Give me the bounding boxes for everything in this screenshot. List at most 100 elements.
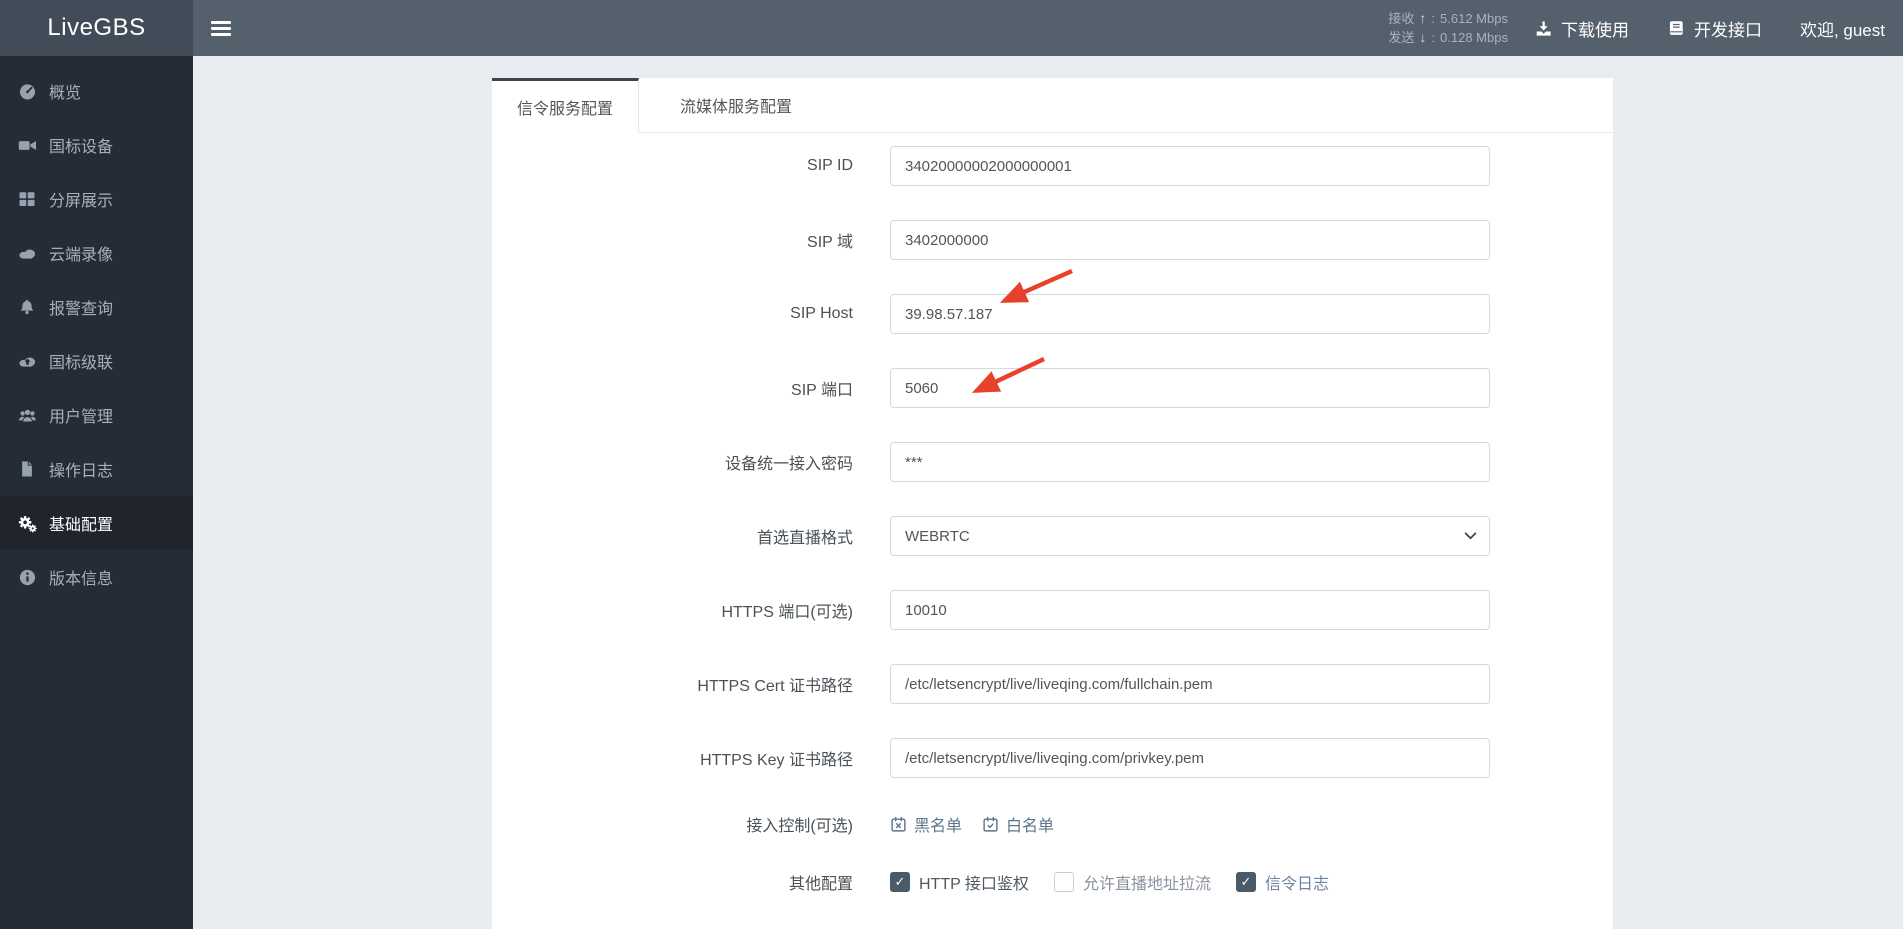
sidebar-item-user-management[interactable]: 用户管理 [0, 388, 193, 442]
http-auth-label: HTTP 接口鉴权 [919, 876, 1029, 893]
gauge-icon [16, 82, 38, 101]
sidebar-item-label: 操作日志 [49, 463, 114, 480]
receive-rate: 接收 ↑ : 5.612 Mbps [1388, 9, 1508, 28]
checkbox-icon: ✓ [1235, 872, 1256, 892]
live-format-select[interactable]: WEBRTC [890, 516, 1490, 556]
receive-value: 5.612 Mbps [1440, 11, 1508, 26]
config-tabbar: 信令服务配置 流媒体服务配置 [492, 78, 1613, 133]
sidebar-toggle-button[interactable] [193, 0, 249, 56]
https-cert-label: HTTPS Cert 证书路径 [697, 678, 853, 695]
tab-signaling-service[interactable]: 信令服务配置 [492, 78, 640, 133]
form-row-device-password: 设备统一接入密码 [492, 442, 1613, 482]
bandwidth-stats: 接收 ↑ : 5.612 Mbps 发送 ↓ : 0.128 Mbps [1388, 0, 1508, 56]
sidebar-nav: 概览 国标设备 分屏展示 云端录像 报警查询 国标级联 用户管理 操作日志 基础… [0, 56, 193, 929]
sidebar-item-gb-cascade[interactable]: 国标级联 [0, 334, 193, 388]
form-row-https-key: HTTPS Key 证书路径 [492, 738, 1613, 778]
sip-domain-input[interactable] [890, 220, 1490, 260]
sidebar-item-gb-devices[interactable]: 国标设备 [0, 118, 193, 172]
cloud-upload-icon [16, 352, 38, 371]
video-camera-icon [16, 136, 38, 155]
https-port-label: HTTPS 端口(可选) [721, 604, 853, 621]
receive-label: 接收 [1388, 11, 1415, 26]
https-key-label: HTTPS Key 证书路径 [700, 752, 853, 769]
whitelist-label: 白名单 [1006, 818, 1055, 835]
book-icon [1667, 19, 1686, 38]
info-circle-icon [16, 568, 38, 587]
form-row-https-cert: HTTPS Cert 证书路径 [492, 664, 1613, 704]
sip-host-input[interactable] [890, 294, 1490, 334]
other-config-label: 其他配置 [788, 876, 853, 893]
live-format-label: 首选直播格式 [756, 530, 853, 547]
app-logo: LiveGBS [0, 0, 193, 56]
allow-pull-stream-checkbox[interactable]: ✓ 允许直播地址拉流 [1053, 870, 1211, 894]
sidebar-item-split-screen[interactable]: 分屏展示 [0, 172, 193, 226]
grid-icon [16, 190, 38, 208]
sidebar-item-label: 基础配置 [49, 517, 114, 534]
api-label: 开发接口 [1693, 20, 1762, 40]
sidebar-item-operation-log[interactable]: 操作日志 [0, 442, 193, 496]
https-port-input[interactable] [890, 590, 1490, 630]
form-row-access-control: 接入控制(可选) 黑名单 白名单 [492, 812, 1613, 836]
sidebar-item-cloud-recording[interactable]: 云端录像 [0, 226, 193, 280]
form-row-sip-host: SIP Host [492, 294, 1613, 334]
hamburger-icon [211, 20, 231, 36]
send-value: 0.128 Mbps [1440, 30, 1508, 45]
file-icon [16, 460, 38, 478]
sip-id-input[interactable] [890, 146, 1490, 186]
device-password-label: 设备统一接入密码 [724, 456, 853, 473]
sidebar-item-label: 国标设备 [49, 139, 114, 156]
access-control-label: 接入控制(可选) [746, 818, 853, 835]
welcome-label: 欢迎, guest [1799, 20, 1885, 40]
sidebar-item-label: 云端录像 [49, 247, 114, 264]
https-key-input[interactable] [890, 738, 1490, 778]
sidebar-item-label: 分屏展示 [49, 193, 114, 210]
download-label: 下载使用 [1560, 20, 1629, 40]
sidebar-item-label: 用户管理 [49, 409, 114, 426]
config-card: 信令服务配置 流媒体服务配置 SIP ID SIP 域 SIP Host SIP… [492, 78, 1613, 929]
checkbox-icon: ✓ [890, 872, 910, 892]
sidebar-item-label: 国标级联 [49, 355, 114, 372]
signaling-log-checkbox[interactable]: ✓ 信令日志 [1235, 870, 1329, 894]
sidebar-item-label: 版本信息 [49, 571, 114, 588]
signaling-log-label: 信令日志 [1264, 876, 1329, 893]
bell-icon [16, 298, 38, 316]
arrow-up-icon: ↑ [1419, 10, 1427, 26]
form-row-live-format: 首选直播格式 WEBRTC [492, 516, 1613, 556]
http-auth-checkbox[interactable]: ✓ HTTP 接口鉴权 [890, 870, 1029, 894]
form-row-sip-domain: SIP 域 [492, 220, 1613, 260]
sip-port-input[interactable] [890, 368, 1490, 408]
form-row-other-config: 其他配置 ✓ HTTP 接口鉴权 ✓ 允许直播地址拉流 ✓ 信令日志 [492, 870, 1613, 894]
https-cert-input[interactable] [890, 664, 1490, 704]
form-row-sip-id: SIP ID [492, 146, 1613, 186]
send-label: 发送 [1388, 30, 1415, 45]
form-row-sip-port: SIP 端口 [492, 368, 1613, 408]
send-separator: : [1431, 30, 1436, 45]
welcome-user[interactable]: 欢迎, guest [1800, 16, 1885, 41]
sidebar-item-overview[interactable]: 概览 [0, 64, 193, 118]
cloud-icon [16, 244, 38, 263]
tab-media-service[interactable]: 流媒体服务配置 [655, 78, 817, 132]
device-password-input[interactable] [890, 442, 1490, 482]
sidebar-item-label: 报警查询 [49, 301, 114, 318]
sidebar-item-basic-config[interactable]: 基础配置 [0, 496, 193, 550]
send-rate: 发送 ↓ : 0.128 Mbps [1388, 28, 1508, 47]
download-icon [1534, 19, 1553, 38]
sip-domain-label: SIP 域 [807, 234, 853, 251]
calendar-check-icon [983, 816, 998, 832]
download-link[interactable]: 下载使用 [1534, 16, 1629, 41]
sip-host-label: SIP Host [790, 305, 853, 322]
form-row-https-port: HTTPS 端口(可选) [492, 590, 1613, 630]
calendar-times-icon [891, 816, 906, 832]
sip-port-label: SIP 端口 [791, 382, 853, 399]
checkbox-icon: ✓ [1053, 872, 1074, 892]
sidebar-item-version-info[interactable]: 版本信息 [0, 550, 193, 604]
blacklist-label: 黑名单 [914, 818, 963, 835]
api-link[interactable]: 开发接口 [1667, 16, 1762, 41]
signaling-config-form: SIP ID SIP 域 SIP Host SIP 端口 设备统一接入密码 首选… [492, 133, 1613, 894]
blacklist-link[interactable]: 黑名单 [890, 812, 962, 836]
top-header: LiveGBS 接收 ↑ : 5.612 Mbps 发送 ↓ : 0.128 M… [0, 0, 1903, 56]
cogs-icon [16, 514, 38, 533]
users-icon [16, 406, 38, 425]
whitelist-link[interactable]: 白名单 [982, 812, 1054, 836]
sidebar-item-alarm-query[interactable]: 报警查询 [0, 280, 193, 334]
